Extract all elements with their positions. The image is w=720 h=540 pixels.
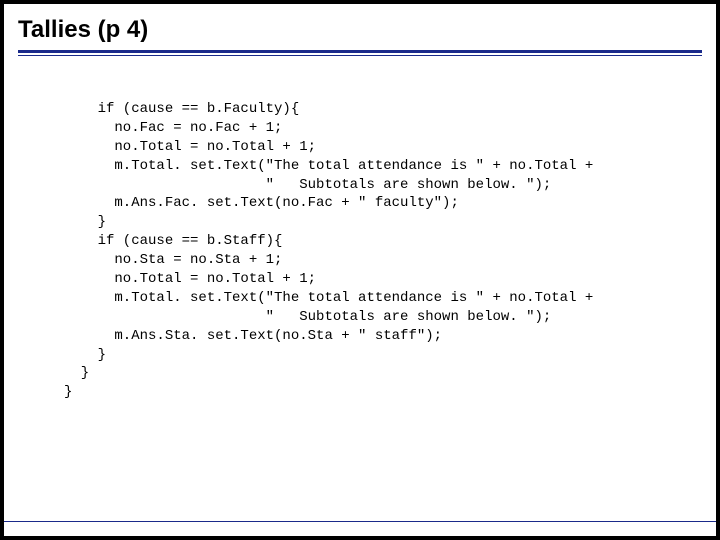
title-area: Tallies (p 4) bbox=[4, 4, 716, 60]
code-block: if (cause == b.Faculty){ no.Fac = no.Fac… bbox=[64, 100, 696, 402]
code-area: if (cause == b.Faculty){ no.Fac = no.Fac… bbox=[4, 60, 716, 422]
title-underline-thick bbox=[18, 50, 702, 53]
title-underline-thin bbox=[18, 55, 702, 56]
footer-line bbox=[4, 521, 716, 522]
slide: Tallies (p 4) if (cause == b.Faculty){ n… bbox=[4, 4, 716, 536]
slide-title: Tallies (p 4) bbox=[18, 16, 702, 44]
